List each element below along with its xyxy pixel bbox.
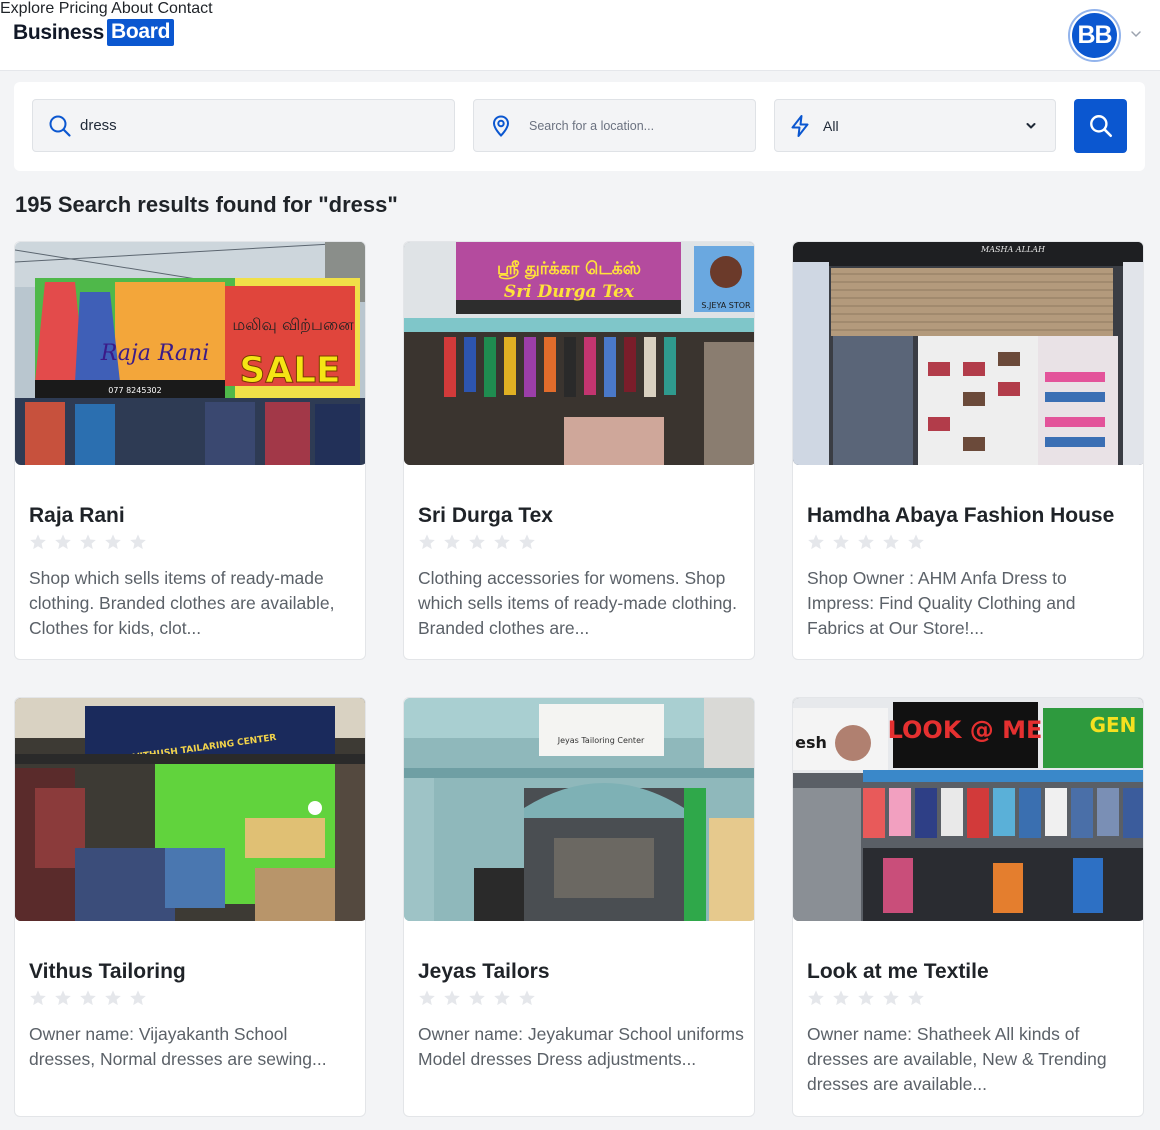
sign-extra-text: S.JEYA STOR <box>701 301 751 310</box>
star-icon <box>494 990 510 1006</box>
listing-name[interactable]: Jeyas Tailors <box>418 960 550 984</box>
nav-contact[interactable]: Contact <box>157 0 212 17</box>
star-icon <box>30 534 46 550</box>
star-icon <box>55 990 71 1006</box>
sign-main-text: LOOK @ ME <box>888 716 1043 744</box>
star-icon <box>444 534 460 550</box>
star-rating <box>807 533 932 551</box>
sign-main-text: Sri Durga Tex <box>504 282 635 302</box>
listing-description: Owner name: Shatheek All kinds of dresse… <box>807 1024 1107 1094</box>
location-input[interactable] <box>529 100 744 151</box>
sign-sale-text: SALE <box>239 350 340 391</box>
avatar-initials: BB <box>1072 13 1117 58</box>
main-nav: Explore Pricing About Contact <box>0 0 1160 18</box>
star-icon <box>130 990 146 1006</box>
star-icon <box>80 990 96 1006</box>
star-rating <box>29 989 154 1007</box>
keyword-input[interactable] <box>80 100 440 151</box>
listing-card[interactable]: Raja Rani மலிவு விற்பனை SALE 077 8245302… <box>14 241 366 660</box>
star-rating <box>418 533 543 551</box>
brand-logo[interactable]: Business Board <box>13 19 175 46</box>
star-icon <box>833 990 849 1006</box>
star-icon <box>105 990 121 1006</box>
sign-tamil-text: மலிவு விற்பனை <box>232 315 354 334</box>
star-icon <box>858 534 874 550</box>
star-icon <box>469 990 485 1006</box>
star-rating <box>29 533 154 551</box>
category-select[interactable]: All <box>774 99 1056 152</box>
search-button[interactable] <box>1074 99 1127 153</box>
star-icon <box>419 990 435 1006</box>
listing-card[interactable]: LOOK @ ME GEN esh Look at me Textile Own… <box>792 697 1144 1117</box>
star-icon <box>519 534 535 550</box>
chevron-down-icon[interactable] <box>1130 28 1142 40</box>
nav-about[interactable]: About <box>111 0 153 17</box>
listing-name[interactable]: Look at me Textile <box>807 960 989 984</box>
listing-name[interactable]: Hamdha Abaya Fashion House <box>807 504 1114 528</box>
nav-pricing[interactable]: Pricing <box>59 0 108 17</box>
star-icon <box>808 990 824 1006</box>
star-rating <box>418 989 543 1007</box>
listing-description: Clothing accessories for womens. Shop wh… <box>418 568 738 638</box>
lightning-icon <box>791 115 809 137</box>
sign-main-text: MASHA ALLAH <box>980 245 1046 254</box>
listing-name[interactable]: Raja Rani <box>29 504 125 528</box>
star-icon <box>808 534 824 550</box>
location-pin-icon <box>492 115 510 137</box>
star-icon <box>469 534 485 550</box>
star-icon <box>444 990 460 1006</box>
user-avatar[interactable]: BB <box>1068 9 1121 62</box>
sign-side-text: esh <box>795 733 827 752</box>
star-icon <box>908 990 924 1006</box>
star-icon <box>130 534 146 550</box>
sign-main-text: Jeyas Tailoring Center <box>557 736 645 745</box>
sign-phone-text: 077 8245302 <box>108 386 161 395</box>
star-icon <box>494 534 510 550</box>
listing-description: Owner name: Vijayakanth School dresses, … <box>29 1024 327 1069</box>
listing-card[interactable]: ஸ்ரீ துர்க்கா டெக்ஸ் Sri Durga Tex S.JEY… <box>403 241 755 660</box>
star-icon <box>55 534 71 550</box>
star-icon <box>833 534 849 550</box>
star-icon <box>883 990 899 1006</box>
star-icon <box>858 990 874 1006</box>
star-icon <box>80 534 96 550</box>
listing-photo: MASHA ALLAH <box>793 242 1143 465</box>
top-navbar: Business Board Explore Pricing About Con… <box>0 0 1160 71</box>
listing-description: Owner name: Jeyakumar School uniforms Mo… <box>418 1024 744 1069</box>
star-icon <box>883 534 899 550</box>
listing-photo: LOOK @ ME GEN esh <box>793 698 1143 921</box>
results-heading: 195 Search results found for "dress" <box>15 192 398 217</box>
chevron-down-icon <box>1026 123 1036 129</box>
listing-photo: ஸ்ரீ துர்க்கா டெக்ஸ் Sri Durga Tex S.JEY… <box>404 242 754 465</box>
star-icon <box>30 990 46 1006</box>
star-icon <box>908 534 924 550</box>
listing-name[interactable]: Vithus Tailoring <box>29 960 186 984</box>
nav-explore[interactable]: Explore <box>0 0 54 17</box>
listing-name[interactable]: Sri Durga Tex <box>418 504 553 528</box>
search-panel: All <box>14 82 1145 171</box>
sign-tamil-text: ஸ்ரீ துர்க்கா டெக்ஸ் <box>497 259 641 279</box>
sign-main-text: Raja Rani <box>100 341 210 366</box>
listing-description: Shop which sells items of ready-made clo… <box>29 568 335 638</box>
listing-card[interactable]: VITHUSH TAILARING CENTER Vithus Tailorin… <box>14 697 366 1117</box>
star-rating <box>807 989 932 1007</box>
sign-extra-text: GEN <box>1090 713 1137 737</box>
listing-photo: Raja Rani மலிவு விற்பனை SALE 077 8245302 <box>15 242 365 465</box>
location-field <box>473 99 756 152</box>
listing-description: Shop Owner : AHM Anfa Dress to Impress: … <box>807 568 1076 638</box>
logo-text-business: Business <box>13 20 104 44</box>
logo-text-board: Board <box>106 19 175 46</box>
listing-photo: Jeyas Tailoring Center <box>404 698 754 921</box>
listing-card[interactable]: Jeyas Tailoring Center Jeyas Tailors Own… <box>403 697 755 1117</box>
category-selected-value: All <box>823 118 839 134</box>
star-icon <box>105 534 121 550</box>
star-icon <box>519 990 535 1006</box>
listing-photo: VITHUSH TAILARING CENTER <box>15 698 365 921</box>
star-icon <box>419 534 435 550</box>
keyword-field <box>32 99 455 152</box>
listing-card[interactable]: MASHA ALLAH Hamdha Abaya Fashion House S… <box>792 241 1144 660</box>
search-icon <box>1089 115 1112 138</box>
search-icon <box>49 115 71 137</box>
